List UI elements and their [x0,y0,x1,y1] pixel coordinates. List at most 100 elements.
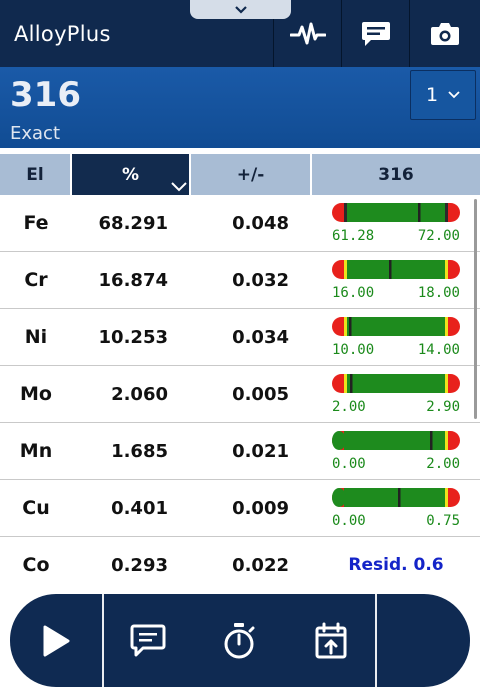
element-symbol: Mo [20,383,52,405]
element-symbol: Mn [19,440,53,462]
grade-min-value: 61.28 [332,228,375,244]
limit-line-low [344,374,347,393]
error-value: 0.048 [232,212,289,234]
limit-line-low [344,260,347,279]
table-row[interactable]: Cu 0.401 0.009 0.00 0.75 [0,480,480,537]
element-symbol: Co [22,554,50,576]
column-header-error[interactable]: +/- [191,154,310,195]
limit-line-low [344,203,347,222]
grade-max-value: 2.90 [426,399,460,415]
grade-range-bar [332,374,460,393]
measured-value-marker [418,203,421,222]
limit-line-high [445,374,448,393]
stopwatch-icon [224,622,255,658]
start-test-button[interactable] [10,594,102,687]
concentration-value: 0.293 [111,554,168,576]
in-range-zone [344,317,448,336]
grade-range-bar [332,317,460,336]
grade-max-value: 2.00 [426,456,460,472]
table-row[interactable]: Ni 10.253 0.034 10.00 14.00 [0,309,480,366]
match-select-value: 1 [425,84,439,106]
in-range-zone [332,431,346,450]
limit-line-high [445,260,448,279]
concentration-value: 10.253 [98,326,168,348]
residual-label: Resid. 0.6 [348,555,444,575]
in-range-zone [344,374,448,393]
concentration-value: 16.874 [98,269,168,291]
comment-icon [361,21,390,46]
element-table: Fe 68.291 0.048 61.28 72.00 Cr 16.874 0.032 16.0… [0,195,480,576]
in-range-zone [332,488,346,507]
waveform-icon [289,22,326,44]
table-row[interactable]: Mn 1.685 0.021 0.00 2.00 [0,423,480,480]
measured-value-marker [398,488,401,507]
column-header-grade[interactable]: 316 [312,154,480,195]
limit-line-high [445,203,448,222]
alloy-banner: 316 Exact 1 [0,67,480,148]
error-value: 0.009 [232,497,289,519]
error-value: 0.034 [232,326,289,348]
limit-line-low [344,317,347,336]
camera-icon [431,22,459,45]
grade-min-value: 2.00 [332,399,366,415]
match-select[interactable]: 1 [410,70,476,120]
limit-line-high [445,488,448,507]
grade-min-value: 0.00 [332,513,366,529]
concentration-value: 2.060 [111,383,168,405]
notes-button[interactable] [341,0,409,67]
grade-min-value: 0.00 [332,456,366,472]
measured-value-marker [349,317,352,336]
limit-line-high [445,431,448,450]
calendar-upload-icon [315,622,347,658]
measured-value-marker [430,431,433,450]
grade-spec-cell: 16.00 18.00 [312,252,480,308]
in-range-zone [344,203,448,222]
column-header-element-label: El [26,164,44,185]
error-value: 0.032 [232,269,289,291]
camera-button[interactable] [409,0,480,67]
grade-range-bar [332,431,460,450]
grade-spec-cell: 0.00 2.00 [312,423,480,479]
toolbar-divider [375,594,377,687]
scrollbar[interactable] [474,199,477,419]
grade-min-value: 16.00 [332,285,375,301]
notes-button[interactable] [104,594,192,687]
element-symbol: Cr [24,269,48,291]
concentration-value: 1.685 [111,440,168,462]
error-value: 0.022 [232,554,289,576]
table-row[interactable]: Cr 16.874 0.032 16.00 18.00 [0,252,480,309]
limit-line-high [445,317,448,336]
column-header-element[interactable]: El [0,154,70,195]
sort-chevron-icon [171,182,187,192]
column-header-percent-label: % [121,164,140,185]
schedule-upload-button[interactable] [286,594,376,687]
in-range-zone [344,260,448,279]
grade-spec-cell: 10.00 14.00 [312,309,480,365]
concentration-value: 0.401 [111,497,168,519]
timer-button[interactable] [192,594,286,687]
column-header-percent[interactable]: % [72,154,189,195]
grade-spec-cell: Resid. 0.6 [312,537,480,576]
grade-range-bar [332,203,460,222]
element-symbol: Fe [23,212,49,234]
chevron-down-icon [234,6,247,14]
element-symbol: Ni [24,326,48,348]
table-row[interactable]: Co 0.293 0.022 Resid. 0.6 [0,537,480,576]
column-header-grade-label: 316 [378,164,414,185]
concentration-value: 68.291 [98,212,168,234]
bottom-toolbar [10,594,470,687]
grade-max-value: 18.00 [417,285,460,301]
table-row[interactable]: Mo 2.060 0.005 2.00 2.90 [0,366,480,423]
pull-down-tab[interactable] [190,0,291,19]
table-row[interactable]: Fe 68.291 0.048 61.28 72.00 [0,195,480,252]
measured-value-marker [389,260,392,279]
comment-icon [130,624,166,656]
grade-max-value: 14.00 [417,342,460,358]
table-header: El % +/- 316 [0,154,480,195]
grade-max-value: 0.75 [426,513,460,529]
grade-spec-cell: 61.28 72.00 [312,195,480,251]
grade-spec-cell: 2.00 2.90 [312,366,480,422]
alloy-name: 316 [10,75,81,115]
element-symbol: Cu [22,497,50,519]
match-quality: Exact [10,123,61,144]
